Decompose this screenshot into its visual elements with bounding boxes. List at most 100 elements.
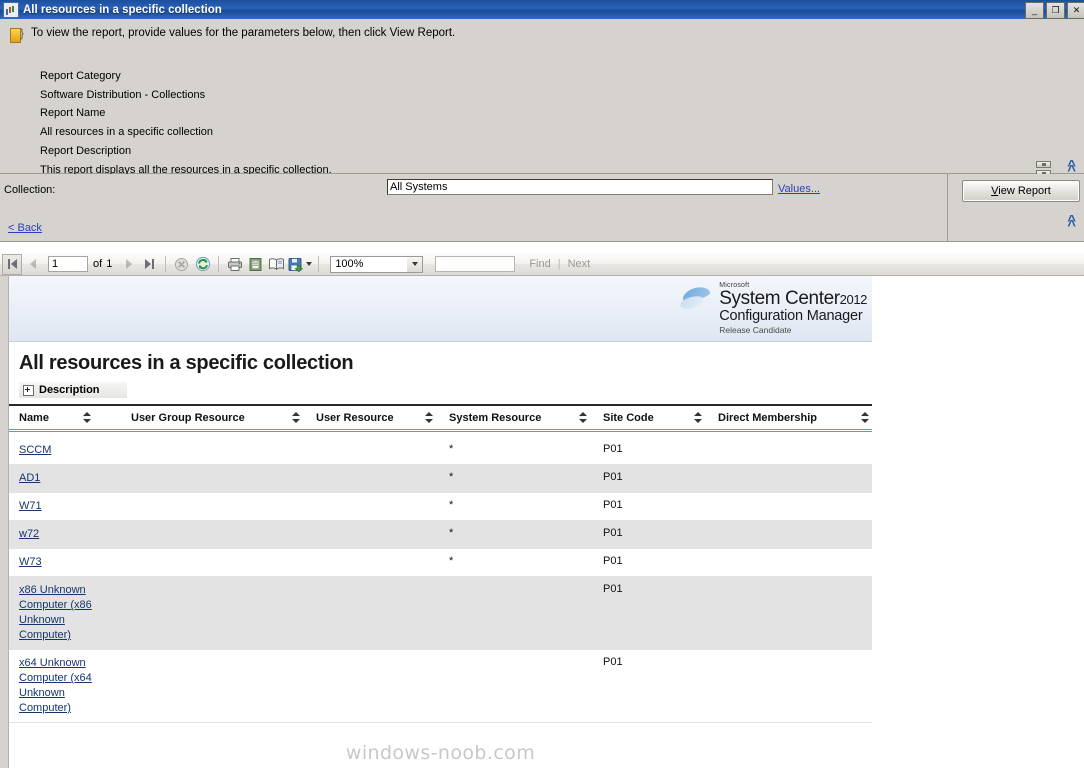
minimize-button[interactable]: _ bbox=[1025, 2, 1044, 19]
column-header-user-group-resource[interactable]: User Group Resource bbox=[131, 412, 245, 424]
expand-plus-icon[interactable] bbox=[23, 384, 34, 396]
page-number-input[interactable] bbox=[48, 256, 88, 272]
total-pages: 1 bbox=[106, 258, 113, 270]
hint-text: To view the report, provide values for t… bbox=[31, 27, 456, 39]
view-report-label-rest: iew Report bbox=[998, 185, 1051, 197]
window-titlebar: All resources in a specific collection _… bbox=[0, 0, 1084, 19]
release-candidate-label: Release Candidate bbox=[719, 324, 792, 335]
cell-site-code: P01 bbox=[603, 499, 623, 511]
report-page: Microsoft System Center2012 Configuratio… bbox=[9, 276, 872, 768]
collection-label: Collection: bbox=[4, 184, 56, 196]
report-toolbar: of 1 bbox=[0, 253, 1084, 276]
column-header-site-code[interactable]: Site Code bbox=[603, 412, 654, 424]
column-header-system-resource[interactable]: System Resource bbox=[449, 412, 541, 424]
window-title: All resources in a specific collection bbox=[23, 3, 222, 16]
hint-row: To view the report, provide values for t… bbox=[10, 26, 456, 43]
cell-site-code: P01 bbox=[603, 656, 623, 668]
report-viewer-window: All resources in a specific collection _… bbox=[0, 0, 1084, 768]
find-button[interactable]: Find bbox=[529, 258, 550, 270]
chevron-down-icon[interactable] bbox=[306, 262, 313, 266]
cell-system-resource: * bbox=[449, 555, 454, 567]
cell-name[interactable]: W73 bbox=[19, 555, 42, 570]
export-save-icon[interactable] bbox=[287, 254, 313, 275]
cell-site-code: P01 bbox=[603, 583, 623, 595]
cell-site-code: P01 bbox=[603, 555, 623, 567]
column-header-name[interactable]: Name bbox=[19, 412, 49, 424]
table-row: x64 Unknown Computer (x64 Unknown Comput… bbox=[9, 650, 872, 723]
report-category-label: Report Category bbox=[40, 70, 121, 82]
parameters-panel: To view the report, provide values for t… bbox=[0, 19, 1084, 178]
of-label: of bbox=[93, 258, 103, 270]
collapse-parameters-chevron-icon[interactable]: ^ ^ bbox=[1067, 213, 1076, 233]
report-brand-header: Microsoft System Center2012 Configuratio… bbox=[9, 276, 872, 342]
report-left-gutter bbox=[0, 276, 9, 768]
back-link[interactable]: < Back bbox=[8, 222, 42, 234]
report-name-value: All resources in a specific collection bbox=[40, 126, 214, 139]
last-page-icon[interactable] bbox=[139, 254, 160, 275]
restore-button[interactable]: ❐ bbox=[1046, 2, 1065, 19]
watermark: windows-noob.com bbox=[345, 742, 536, 764]
sort-toggle-icon-name[interactable] bbox=[83, 412, 91, 424]
report-title: All resources in a specific collection bbox=[19, 352, 354, 374]
stop-icon[interactable] bbox=[171, 254, 192, 275]
cell-site-code: P01 bbox=[603, 527, 623, 539]
view-report-button[interactable]: View Report bbox=[962, 180, 1080, 202]
refresh-icon[interactable] bbox=[192, 254, 213, 275]
zoom-value: 100% bbox=[335, 258, 364, 270]
next-page-icon[interactable] bbox=[118, 254, 139, 275]
report-chart-icon bbox=[3, 1, 19, 18]
cell-name[interactable]: w72 bbox=[19, 527, 39, 542]
cell-name[interactable]: SCCM bbox=[19, 443, 51, 458]
sort-toggle-icon-user-group[interactable] bbox=[292, 412, 300, 424]
first-page-icon[interactable] bbox=[2, 253, 22, 275]
table-row: AD1 * P01 bbox=[9, 465, 872, 493]
report-category-value: Software Distribution - Collections bbox=[40, 88, 206, 101]
chevron-down-icon[interactable] bbox=[407, 256, 423, 272]
sort-toggle-icon-site-code[interactable] bbox=[694, 412, 702, 424]
system-center-label: System Center bbox=[719, 288, 840, 310]
info-note-icon bbox=[10, 26, 24, 43]
table-row: x86 Unknown Computer (x86 Unknown Comput… bbox=[9, 577, 872, 650]
collection-input[interactable] bbox=[387, 179, 773, 195]
cell-system-resource: * bbox=[449, 471, 454, 483]
sort-toggle-icon-user-resource[interactable] bbox=[425, 412, 433, 424]
system-center-logo: Microsoft System Center2012 Configuratio… bbox=[680, 282, 867, 334]
find-input[interactable] bbox=[435, 256, 516, 272]
previous-page-icon[interactable] bbox=[22, 254, 43, 275]
table-body: SCCM * P01 AD1 * P01 W71 * P01 w72 * P01… bbox=[9, 437, 872, 723]
report-metadata: Report Category Software Distribution - … bbox=[40, 67, 332, 179]
print-layout-icon[interactable] bbox=[245, 254, 266, 275]
cell-name[interactable]: x86 Unknown Computer (x86 Unknown Comput… bbox=[19, 583, 119, 643]
page-setup-icon[interactable] bbox=[266, 254, 287, 275]
report-name-label: Report Name bbox=[40, 107, 106, 120]
description-toggle[interactable]: Description bbox=[19, 382, 127, 398]
view-report-panel: View Report ^ ^ bbox=[948, 174, 1084, 242]
print-icon[interactable] bbox=[224, 254, 245, 275]
cell-system-resource: * bbox=[449, 527, 454, 539]
zoom-select[interactable]: 100% bbox=[330, 255, 424, 273]
sort-toggle-icon-system-resource[interactable] bbox=[579, 412, 587, 424]
cell-system-resource: * bbox=[449, 443, 454, 455]
report-canvas: Microsoft System Center2012 Configuratio… bbox=[0, 276, 1084, 768]
collection-parameter-row: Collection: Values... < Back bbox=[0, 174, 948, 242]
cell-name[interactable]: AD1 bbox=[19, 471, 40, 486]
report-table: Name User Group Resource User Resource S… bbox=[9, 404, 872, 723]
column-header-user-resource[interactable]: User Resource bbox=[316, 412, 394, 424]
column-header-direct-membership[interactable]: Direct Membership bbox=[718, 412, 817, 424]
cell-name[interactable]: W71 bbox=[19, 499, 42, 514]
table-row: w72 * P01 bbox=[9, 521, 872, 549]
find-next-button[interactable]: Next bbox=[568, 258, 591, 270]
system-center-swoosh-icon bbox=[680, 285, 714, 315]
cell-site-code: P01 bbox=[603, 443, 623, 455]
system-center-year: 2012 bbox=[839, 292, 868, 308]
description-label: Description bbox=[39, 384, 100, 396]
find-separator: | bbox=[557, 258, 561, 270]
window-controls: _ ❐ ✕ bbox=[1025, 2, 1084, 19]
configuration-manager-label: Configuration Manager bbox=[719, 308, 863, 325]
cell-system-resource: * bbox=[449, 499, 454, 511]
sort-toggle-icon-direct-membership[interactable] bbox=[861, 412, 869, 424]
values-link[interactable]: Values... bbox=[778, 183, 820, 195]
cell-name[interactable]: x64 Unknown Computer (x64 Unknown Comput… bbox=[19, 656, 119, 716]
cell-site-code: P01 bbox=[603, 471, 623, 483]
close-button[interactable]: ✕ bbox=[1067, 2, 1084, 19]
